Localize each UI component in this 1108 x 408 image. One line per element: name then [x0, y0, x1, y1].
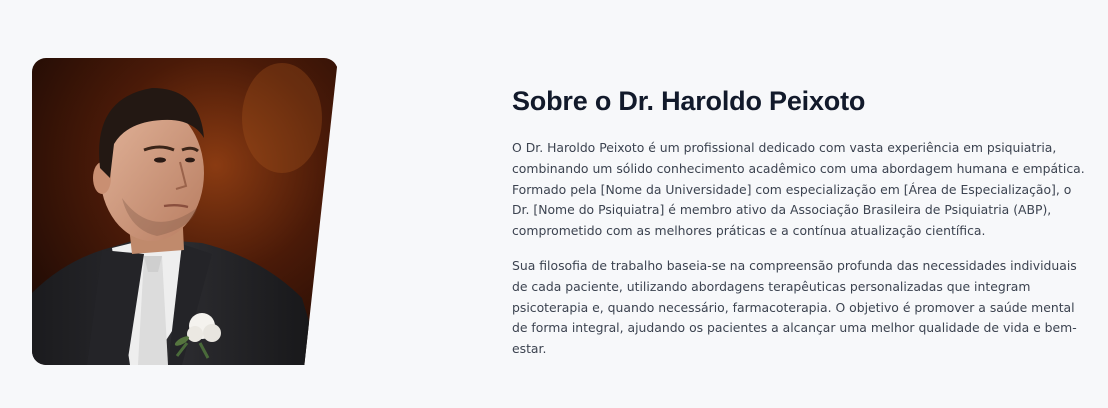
about-paragraph-2: Sua filosofia de trabalho baseia-se na c…	[512, 257, 1077, 357]
about-paragraph-1: O Dr. Haroldo Peixoto é um profissional …	[512, 140, 1085, 239]
doctor-photo	[32, 58, 338, 365]
about-content: Sobre o Dr. Haroldo Peixoto O Dr. Harold…	[512, 84, 1092, 374]
section-title: Sobre o Dr. Haroldo Peixoto	[512, 86, 866, 116]
about-section: Sobre o Dr. Haroldo Peixoto O Dr. Harold…	[0, 0, 1108, 408]
